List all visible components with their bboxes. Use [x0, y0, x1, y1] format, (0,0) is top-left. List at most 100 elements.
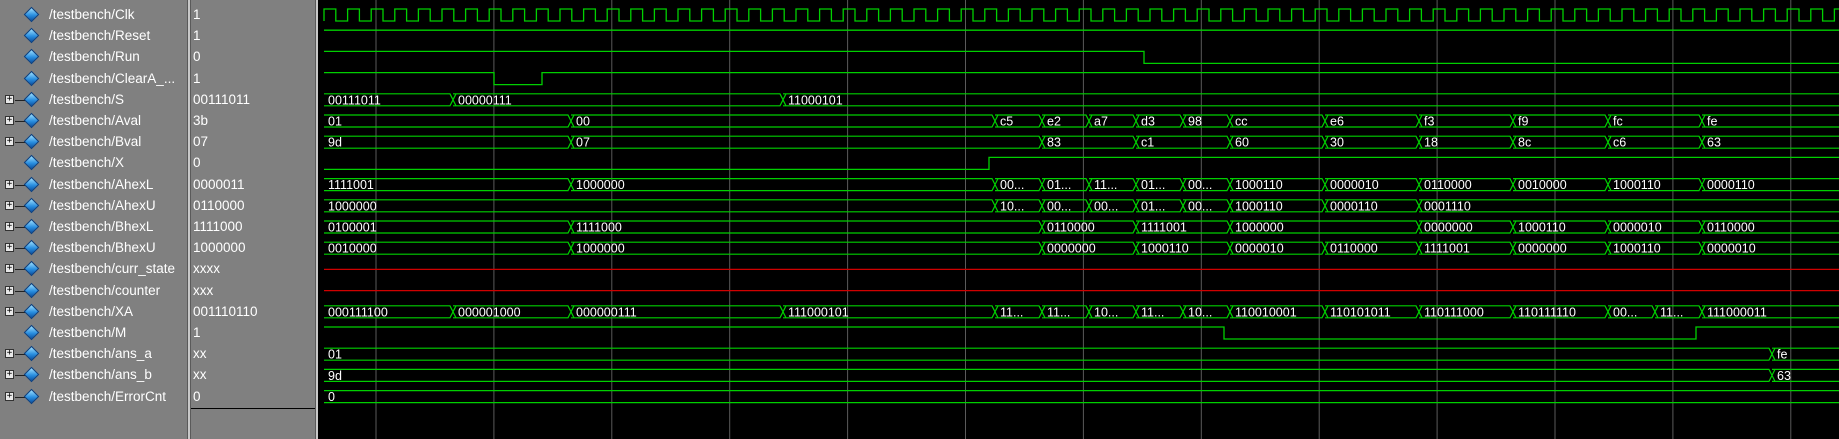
- signal-row[interactable]: /testbench/Clk: [0, 5, 187, 26]
- expand-icon[interactable]: +: [5, 116, 14, 125]
- value-row[interactable]: 0110000: [191, 196, 315, 217]
- signal-row[interactable]: + /testbench/ans_a: [0, 344, 187, 365]
- bus-value-label: 1111001: [1424, 242, 1470, 256]
- signal-row[interactable]: /testbench/X: [0, 153, 187, 174]
- signal-row[interactable]: /testbench/ClearA_...: [0, 69, 187, 90]
- expand-icon[interactable]: +: [5, 200, 14, 210]
- signal-diamond-icon: [23, 388, 40, 404]
- expand-icon[interactable]: +: [5, 349, 14, 359]
- signal-value: xxxx: [193, 261, 220, 277]
- bit-wave: [324, 71, 1839, 86]
- value-row[interactable]: xx: [191, 365, 315, 386]
- signal-diamond-icon: [23, 6, 40, 23]
- bus-value-label: 01: [328, 115, 342, 129]
- signal-value: xx: [193, 346, 207, 362]
- signal-value: 1: [193, 325, 201, 340]
- bit-wave: [324, 50, 1839, 65]
- bus-segment: [782, 93, 1839, 107]
- signal-name: /testbench/ans_a: [49, 346, 152, 362]
- expand-icon[interactable]: +: [5, 137, 14, 147]
- signal-name: /testbench/Run: [49, 49, 140, 65]
- signal-row[interactable]: /testbench/M: [0, 323, 187, 344]
- signal-row[interactable]: /testbench/Run: [0, 47, 187, 68]
- signal-row[interactable]: + /testbench/counter: [0, 281, 187, 302]
- value-row[interactable]: 0: [191, 47, 315, 68]
- bus-value-label: 00000111: [458, 93, 512, 107]
- bus-value-label: 1000110: [1141, 242, 1189, 256]
- expand-icon[interactable]: +: [5, 264, 14, 274]
- signal-row[interactable]: + /testbench/AhexU: [0, 196, 187, 217]
- bus-value-label: 1000110: [1235, 178, 1283, 192]
- signal-row[interactable]: + /testbench/AhexL: [0, 175, 187, 196]
- waveform-canvas[interactable]: 00111011 00000111 11000101 01 00 c5 e2 a7 d3 98 cc…: [318, 0, 1839, 439]
- value-row[interactable]: 1111000: [191, 217, 315, 238]
- bus-value-label: d3: [1141, 115, 1155, 129]
- signal-diamond-icon: [23, 176, 40, 192]
- value-row[interactable]: xx: [191, 344, 315, 365]
- bus-value-label: 000111100: [328, 305, 388, 319]
- signal-name: /testbench/Clk: [49, 7, 135, 22]
- bus-value-label: 0110000: [1424, 178, 1472, 192]
- signal-name: /testbench/S: [49, 91, 125, 107]
- signal-diamond-icon: [23, 261, 40, 277]
- value-row[interactable]: 00111011: [191, 90, 315, 111]
- expand-icon[interactable]: +: [5, 370, 14, 380]
- tree-line: [15, 248, 25, 250]
- signal-row[interactable]: + /testbench/Aval: [0, 111, 187, 132]
- expand-icon[interactable]: +: [5, 391, 14, 401]
- bus-value-label: 0001110: [1424, 199, 1471, 213]
- bit-wave: [324, 156, 1839, 171]
- tree-line: [15, 269, 25, 271]
- signal-row[interactable]: + /testbench/curr_state: [0, 259, 187, 280]
- signal-name: /testbench/Bval: [49, 134, 142, 150]
- bus-segment: [1418, 199, 1839, 213]
- expand-icon[interactable]: +: [5, 179, 14, 189]
- list-end-line: [191, 408, 331, 409]
- expand-icon[interactable]: +: [5, 222, 14, 231]
- bus-value-label: 11...: [1141, 305, 1164, 319]
- bus-value-label: e6: [1330, 115, 1344, 129]
- bus-value-label: 10...: [1000, 199, 1024, 213]
- signal-row[interactable]: + /testbench/XA: [0, 302, 187, 323]
- expand-icon[interactable]: +: [5, 285, 14, 295]
- bus-value-label: 0000110: [1330, 199, 1378, 213]
- bus-segment: [570, 135, 1043, 149]
- signal-row[interactable]: + /testbench/BhexU: [0, 238, 187, 259]
- expand-icon[interactable]: +: [5, 306, 14, 316]
- value-row[interactable]: 3b: [191, 111, 315, 132]
- value-row[interactable]: 1: [191, 5, 315, 26]
- bus-value-label: e2: [1047, 115, 1061, 129]
- value-row[interactable]: xxx: [191, 281, 315, 302]
- expand-icon[interactable]: +: [5, 243, 14, 253]
- signal-row[interactable]: + /testbench/ErrorCnt: [0, 387, 187, 408]
- value-row[interactable]: xxxx: [191, 259, 315, 280]
- bus-value-label: 0110000: [1707, 221, 1755, 235]
- value-row[interactable]: 1000000: [191, 238, 315, 259]
- waveform-pane[interactable]: 00111011 00000111 11000101 01 00 c5 e2 a7 d3 98 cc…: [318, 0, 1839, 439]
- signal-value: 0: [193, 388, 201, 404]
- value-row[interactable]: 0: [191, 153, 315, 174]
- signal-row[interactable]: + /testbench/S: [0, 90, 187, 111]
- signal-names-pane: /testbench/Clk/testbench/Reset/testbench…: [0, 0, 187, 439]
- signal-row[interactable]: + /testbench/Bval: [0, 132, 187, 153]
- signal-row[interactable]: + /testbench/BhexL: [0, 217, 187, 238]
- bus-value-label: 00...: [1000, 178, 1024, 192]
- signal-name: /testbench/X: [49, 155, 125, 171]
- expand-icon[interactable]: +: [5, 94, 14, 104]
- signal-value: 3b: [193, 113, 209, 128]
- value-row[interactable]: 001110110: [191, 302, 315, 323]
- signal-name: /testbench/AhexL: [49, 176, 154, 192]
- signal-name: /testbench/Aval: [49, 113, 142, 128]
- value-row[interactable]: 1: [191, 323, 315, 344]
- value-row[interactable]: 07: [191, 132, 315, 153]
- value-row[interactable]: 1: [191, 26, 315, 47]
- signal-row[interactable]: + /testbench/ans_b: [0, 365, 187, 386]
- bus-value-label: 000000111: [576, 305, 637, 319]
- bus-value-label: 0000000: [1047, 242, 1096, 256]
- value-row[interactable]: 0000011: [191, 175, 315, 196]
- value-row[interactable]: 0: [191, 387, 315, 408]
- clk-wave: [323, 8, 1839, 22]
- signal-row[interactable]: /testbench/Reset: [0, 26, 187, 47]
- value-row[interactable]: 1: [191, 69, 315, 90]
- signal-value: 0000011: [193, 176, 245, 192]
